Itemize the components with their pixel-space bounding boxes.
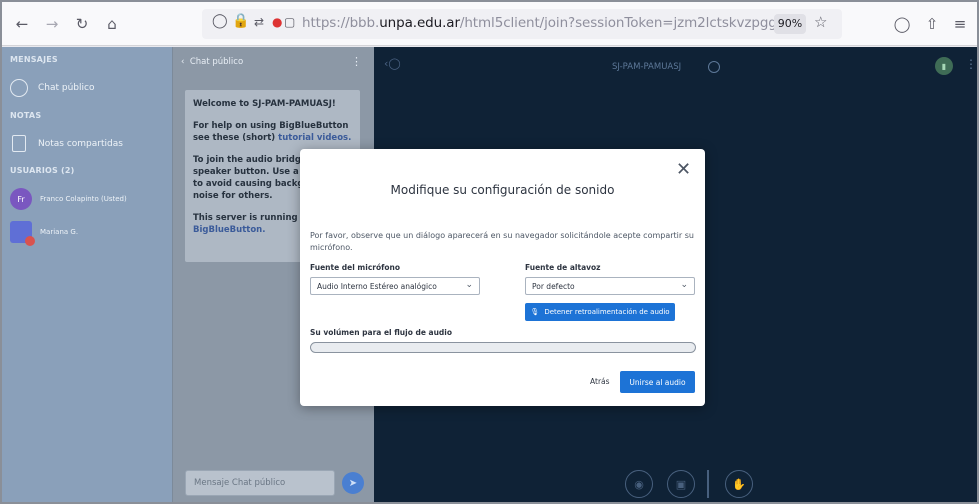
chat-message-input[interactable]: Mensaje Chat público <box>185 470 335 496</box>
modal-title: Modifique su configuración de sonido <box>390 183 615 197</box>
address-bar[interactable]: ◯ 🔒 ⇄ ● ▢ https://bbb.unpa.edu.ar/html5c… <box>202 9 842 39</box>
welcome-title: Welcome to SJ-PAM-PAMUASJ! <box>193 99 336 109</box>
shield-icon[interactable]: ◯ <box>212 13 228 29</box>
pocket-icon[interactable]: ◯ <box>890 12 914 36</box>
stop-feedback-button[interactable]: 🎙 Detener retroalimentación de audio <box>525 303 675 321</box>
speaker-source-value: Por defecto <box>532 282 575 291</box>
users-header: USUARIOS (2) <box>10 166 75 175</box>
user-name: Mariana G. <box>40 228 79 236</box>
modal-description: Por favor, observe que un diálogo aparec… <box>310 231 694 252</box>
user-icon[interactable]: ‹◯ <box>384 57 401 70</box>
screen-share-icon[interactable]: ▢ <box>284 15 295 29</box>
raise-hand-icon[interactable]: ✋ <box>725 470 753 498</box>
status-badge <box>25 236 35 246</box>
speaker-source-label: Fuente de altavoz <box>525 263 601 272</box>
microphone-icon: 🎙 <box>530 308 540 316</box>
document-icon <box>12 135 26 152</box>
chevron-down-icon: ⌄ <box>465 280 473 290</box>
volume-label: Su volúmen para el flujo de audio <box>310 328 453 337</box>
connection-status-icon[interactable]: ▮ <box>935 57 953 75</box>
menu-icon[interactable]: ≡ <box>948 12 972 36</box>
camera-icon[interactable]: ▣ <box>667 470 695 498</box>
chat-options-icon[interactable]: ⋮ <box>351 55 362 68</box>
toolbar-divider <box>707 470 709 498</box>
home-icon[interactable]: ⌂ <box>100 12 124 36</box>
audio-settings-modal: ✕ Modifique su configuración de sonido P… <box>300 149 705 406</box>
reload-icon[interactable]: ↻ <box>70 12 94 36</box>
user-name: Franco Colapinto (Usted) <box>40 195 127 203</box>
user-item[interactable]: Mariana G. <box>10 221 79 246</box>
user-list-panel: MENSAJES Chat público NOTAS Notas compar… <box>2 47 172 502</box>
meeting-title: SJ-PAM-PAMUASJ <box>612 62 682 72</box>
help-text: For help on using BigBlueButton see thes… <box>193 121 352 143</box>
user-item[interactable]: Fr Franco Colapinto (Usted) <box>10 188 127 210</box>
messages-header: MENSAJES <box>10 55 58 64</box>
send-icon[interactable]: ➤ <box>342 472 364 494</box>
permissions-icon[interactable]: ⇄ <box>254 15 264 29</box>
lock-icon[interactable]: 🔒 <box>232 13 249 29</box>
share-icon[interactable]: ⇧ <box>920 12 944 36</box>
public-chat-label: Chat público <box>38 83 95 93</box>
shared-notes-label: Notas compartidas <box>38 138 123 149</box>
avatar: Fr <box>10 188 32 210</box>
chevron-down-icon: ⌄ <box>680 280 688 290</box>
bbb-link[interactable]: BigBlueButton. <box>193 225 265 235</box>
browser-toolbar: ← → ↻ ⌂ ◯ 🔒 ⇄ ● ▢ https://bbb.unpa.edu.a… <box>2 2 977 46</box>
speaker-source-select[interactable]: Por defecto ⌄ <box>525 277 695 295</box>
mic-source-label: Fuente del micrófono <box>310 263 401 272</box>
chat-title: Chat público <box>189 57 244 67</box>
back-arrow-icon[interactable]: ← <box>10 12 34 36</box>
mic-source-select[interactable]: Audio Interno Estéreo analógico ⌄ <box>310 277 480 295</box>
chat-back-link[interactable]: ‹ Chat público <box>181 57 243 67</box>
join-audio-button[interactable]: Unirse al audio <box>620 371 695 393</box>
mic-source-value: Audio Interno Estéreo analógico <box>317 282 437 291</box>
microphone-icon[interactable]: ● <box>272 15 282 29</box>
url-text[interactable]: https://bbb.unpa.edu.ar/html5client/join… <box>302 15 793 31</box>
notes-header: NOTAS <box>10 111 42 120</box>
close-icon[interactable]: ✕ <box>676 161 691 179</box>
shared-notes-item[interactable]: Notas compartidas <box>10 135 123 152</box>
volume-meter <box>310 342 696 353</box>
zoom-level[interactable]: 90% <box>774 14 806 34</box>
stop-feedback-label: Detener retroalimentación de audio <box>544 308 670 316</box>
avatar <box>10 221 35 246</box>
bookmark-star-icon[interactable]: ☆ <box>814 13 827 31</box>
chat-bubble-icon <box>10 79 28 97</box>
tutorial-link[interactable]: tutorial videos. <box>278 133 351 143</box>
microphone-icon[interactable]: ◉ <box>625 470 653 498</box>
back-button[interactable]: Atrás <box>590 377 610 386</box>
options-menu-icon[interactable]: ⋮ <box>965 57 977 71</box>
public-chat-item[interactable]: Chat público <box>10 79 94 97</box>
recording-indicator-icon <box>708 61 720 73</box>
forward-arrow-icon[interactable]: → <box>40 12 64 36</box>
